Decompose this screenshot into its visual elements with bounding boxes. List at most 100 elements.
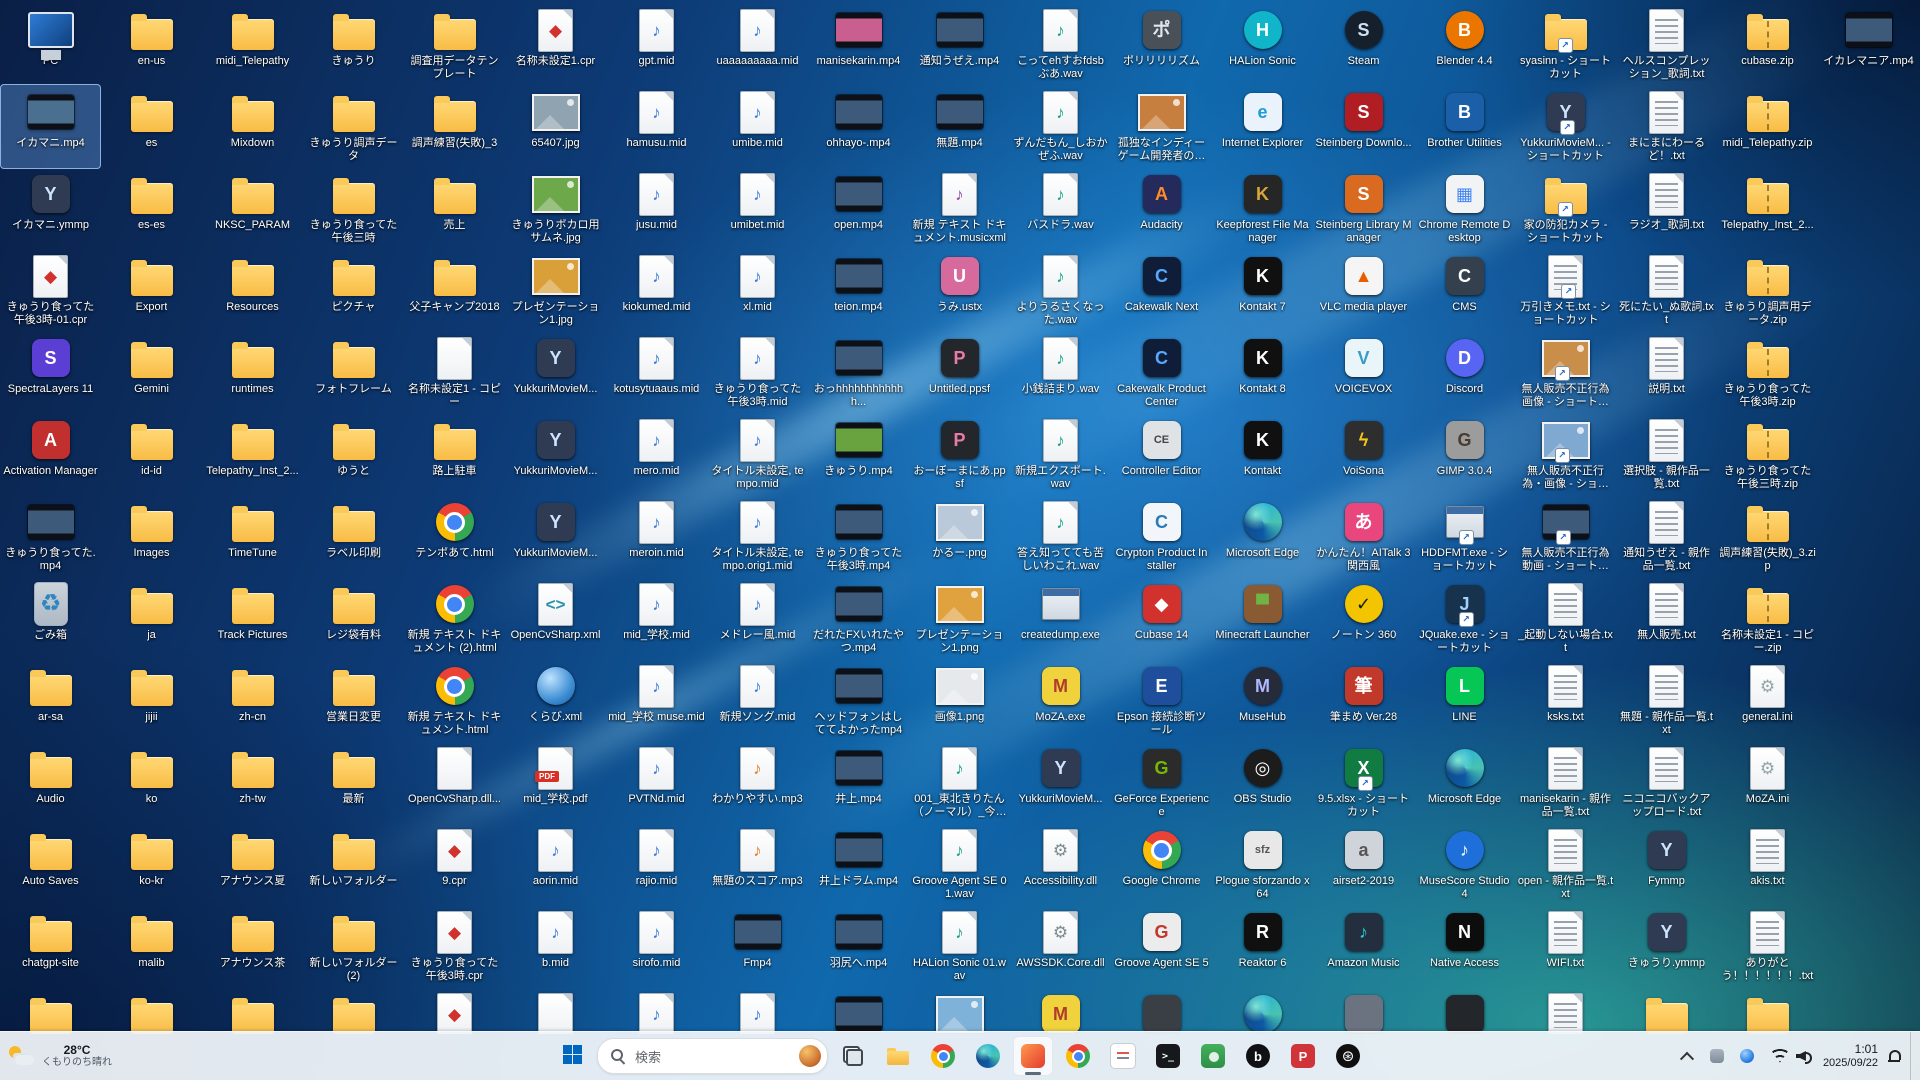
desktop-icon[interactable]: sfzPlogue sforzando x64 — [1212, 822, 1313, 907]
desktop-icon[interactable]: open.mp4 — [808, 166, 909, 251]
desktop-icon[interactable]: J↗JQuake.exe - ショートカット — [1414, 576, 1515, 661]
taskbar-app-b-circle[interactable] — [1238, 1036, 1278, 1076]
desktop-icon[interactable]: zh-cn — [202, 658, 303, 743]
desktop-icon[interactable]: Auto Saves — [0, 822, 101, 907]
search-box[interactable]: 検索 — [597, 1038, 828, 1074]
desktop-icon[interactable]: Microsoft Edge — [1212, 494, 1313, 579]
desktop-icon[interactable]: aairset2-2019 — [1313, 822, 1414, 907]
desktop-icon[interactable]: midi_Telepathy.zip — [1717, 84, 1818, 169]
desktop-icon[interactable]: ♪mid_学校 muse.mid — [606, 658, 707, 743]
desktop-icon[interactable]: ϟVoiSona — [1313, 412, 1414, 497]
desktop-icon[interactable] — [909, 986, 1010, 1034]
desktop-icon[interactable]: Track Pictures — [202, 576, 303, 661]
desktop-icon[interactable]: SSpectraLayers 11 — [0, 330, 101, 415]
desktop-icon[interactable]: 新規 テキスト ドキュメント (2).html — [404, 576, 505, 661]
taskbar-app-green-app[interactable] — [1193, 1036, 1233, 1076]
desktop-icon[interactable]: ♪kotusytuaaus.mid — [606, 330, 707, 415]
desktop-icon[interactable]: BBlender 4.4 — [1414, 2, 1515, 87]
desktop-icon[interactable]: runtimes — [202, 330, 303, 415]
desktop-icon[interactable]: GGIMP 3.0.4 — [1414, 412, 1515, 497]
network-volume-button[interactable] — [1763, 1036, 1821, 1076]
desktop-icon[interactable]: NNative Access — [1414, 904, 1515, 989]
taskbar-app-chatgpt[interactable] — [1328, 1036, 1368, 1076]
desktop-icon[interactable]: 選択肢 - 親作品一覧.txt — [1616, 412, 1717, 497]
desktop-icon[interactable]: HHALion Sonic — [1212, 2, 1313, 87]
desktop-icon[interactable]: ♪hamusu.mid — [606, 84, 707, 169]
desktop-icon[interactable]: 羽尻へ.mp4 — [808, 904, 909, 989]
desktop-icon[interactable] — [1717, 986, 1818, 1034]
desktop-icon[interactable]: ♪タイトル未設定, tempo.orig1.mid — [707, 494, 808, 579]
desktop-icon[interactable]: es-es — [101, 166, 202, 251]
taskbar-clock[interactable]: 1:01 2025/09/22 — [1823, 1036, 1878, 1076]
desktop-icon[interactable]: id-id — [101, 412, 202, 497]
desktop-icon[interactable]: ja — [101, 576, 202, 661]
desktop-icon[interactable]: あかんたん！AITalk 3 関西風 — [1313, 494, 1414, 579]
desktop-icon[interactable]: KKontakt 8 — [1212, 330, 1313, 415]
desktop-icon[interactable]: AAudacity — [1111, 166, 1212, 251]
desktop-icon[interactable]: ♪001_東北きりたん（ノーマル）_今じゃ... — [909, 740, 1010, 825]
desktop-icon[interactable]: WIFI.txt — [1515, 904, 1616, 989]
desktop-icon[interactable]: きゅうり食ってた午後3時.mp4 — [808, 494, 909, 579]
notification-button[interactable] — [1880, 1036, 1908, 1076]
desktop-icon[interactable]: KKeepforest File Manager — [1212, 166, 1313, 251]
desktop-icon[interactable]: <>OpenCvSharp.xml — [505, 576, 606, 661]
desktop-icon[interactable]: アナウンス茶 — [202, 904, 303, 989]
desktop-icon[interactable]: 売上 — [404, 166, 505, 251]
desktop-icon[interactable]: RReaktor 6 — [1212, 904, 1313, 989]
desktop-icon[interactable]: ⚙general.ini — [1717, 658, 1818, 743]
desktop-icon[interactable]: ♪rajio.mid — [606, 822, 707, 907]
desktop-icon[interactable]: PDFmid_学校.pdf — [505, 740, 606, 825]
weather-widget[interactable]: 28°C くもりのち晴れ — [8, 1036, 112, 1076]
desktop-icon[interactable]: ↗無人販売不正行為動画 - ショートカット — [1515, 494, 1616, 579]
desktop-icon[interactable]: ♪無題のスコア.mp3 — [707, 822, 808, 907]
desktop-icon[interactable]: Yきゅうり.ymmp — [1616, 904, 1717, 989]
desktop-icon[interactable]: VVOICEVOX — [1313, 330, 1414, 415]
desktop-icon[interactable]: ♪umibet.mid — [707, 166, 808, 251]
desktop-icon[interactable]: 井上.mp4 — [808, 740, 909, 825]
desktop-icon[interactable] — [1414, 986, 1515, 1034]
desktop-icon[interactable]: ▦Chrome Remote Desktop — [1414, 166, 1515, 251]
desktop-icon[interactable] — [202, 986, 303, 1034]
desktop-icon[interactable]: ko — [101, 740, 202, 825]
desktop-icon[interactable]: es — [101, 84, 202, 169]
desktop-icon[interactable]: Uうみ.ustx — [909, 248, 1010, 333]
show-desktop-strip[interactable] — [1910, 1032, 1916, 1080]
desktop-icon[interactable]: 調声練習(失敗)_3 — [404, 84, 505, 169]
desktop-icon[interactable]: ↗万引きメモ.txt - ショートカット — [1515, 248, 1616, 333]
taskbar-app-edge[interactable] — [968, 1036, 1008, 1076]
desktop-icon[interactable]: MMoZA.exe — [1010, 658, 1111, 743]
desktop-icon[interactable]: 名称未設定1 - コピー — [404, 330, 505, 415]
desktop-icon[interactable]: 死にたい_ぬ歌詞.txt — [1616, 248, 1717, 333]
desktop-icon[interactable]: ✓ノートン 360 — [1313, 576, 1414, 661]
desktop-icon[interactable]: Yイカマニ.ymmp — [0, 166, 101, 251]
desktop-icon[interactable]: 調査用データテンプレート — [404, 2, 505, 87]
desktop-icon[interactable]: ◆Cubase 14 — [1111, 576, 1212, 661]
desktop-icon[interactable]: Gemini — [101, 330, 202, 415]
desktop-icon[interactable]: 説明.txt — [1616, 330, 1717, 415]
desktop-icon[interactable]: eInternet Explorer — [1212, 84, 1313, 169]
desktop-icon[interactable]: YYukkuriMovieM... — [505, 330, 606, 415]
desktop-icon[interactable]: CCakewalk Next — [1111, 248, 1212, 333]
desktop-icon[interactable]: 筆筆まめ Ver.28 — [1313, 658, 1414, 743]
desktop-icon[interactable]: 無題 - 親作品一覧.txt — [1616, 658, 1717, 743]
desktop-icon[interactable]: YFymmp — [1616, 822, 1717, 907]
desktop-icon[interactable]: ohhayo-.mp4 — [808, 84, 909, 169]
desktop-icon[interactable]: chatgpt-site — [0, 904, 101, 989]
desktop-icon[interactable] — [1515, 986, 1616, 1034]
desktop-icon[interactable]: きゅうり食ってた午後三時 — [303, 166, 404, 251]
desktop-icon[interactable]: KKontakt 7 — [1212, 248, 1313, 333]
desktop-icon[interactable]: createdump.exe — [1010, 576, 1111, 661]
desktop-icon[interactable]: TimeTune — [202, 494, 303, 579]
desktop-icon[interactable]: ⚙Accessibility.dll — [1010, 822, 1111, 907]
desktop-icon[interactable] — [1212, 986, 1313, 1034]
desktop-icon[interactable]: ↗家の防犯カメラ - ショートカット — [1515, 166, 1616, 251]
taskbar-app-terminal[interactable] — [1148, 1036, 1188, 1076]
desktop-icon[interactable]: YYukkuriMovieM... — [505, 494, 606, 579]
desktop-icon[interactable]: Images — [101, 494, 202, 579]
desktop-icon[interactable]: SSteam — [1313, 2, 1414, 87]
desktop-icon[interactable]: en-us — [101, 2, 202, 87]
desktop-icon[interactable]: Y↗YukkuriMovieM... - ショートカット — [1515, 84, 1616, 169]
desktop-icon[interactable]: CEController Editor — [1111, 412, 1212, 497]
desktop-icon[interactable]: Fmp4 — [707, 904, 808, 989]
desktop-icon[interactable]: ♪ — [707, 986, 808, 1034]
